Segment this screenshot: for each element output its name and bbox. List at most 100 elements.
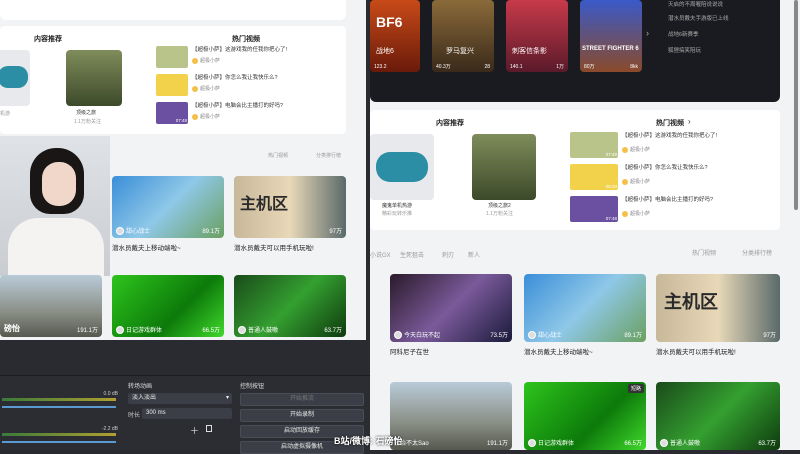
hot-video-row[interactable]: 07:48 【超极小萨】电脑会比主播打的好吗? 超极小萨 <box>570 196 713 222</box>
hot-video-row[interactable]: 【超极小萨】这游戏我的任我你把心了! 超极小萨 <box>156 46 287 68</box>
game-count: 40.3万 <box>436 64 451 70</box>
transition-select[interactable]: 淡入淡出 ▾ <box>128 393 232 404</box>
uploader-name: 甜心战士 <box>126 229 151 235</box>
mixer-value: -2.2 dB <box>101 426 118 432</box>
video-thumbnail: 07:48 <box>156 102 188 124</box>
recommend-item-sub: 精彩玩转乐推 <box>382 211 413 217</box>
chevron-right-icon[interactable]: › <box>646 28 649 38</box>
recommend-item-name: 机游 <box>0 111 11 117</box>
view-count: 97万 <box>763 333 776 339</box>
tab-category-rank[interactable]: 分类排行榜 <box>742 248 772 257</box>
recommend-item-game[interactable] <box>472 134 536 200</box>
video-caption: 阿科尼子在世 <box>390 349 429 356</box>
hot-videos-title[interactable]: 热门视频 <box>656 118 684 128</box>
game-card[interactable]: STREET FIGHTER 6 80万 8kk <box>580 0 642 72</box>
video-card[interactable]: 甜心战士 89.1万 <box>112 176 224 238</box>
hot-video-row[interactable]: 【超极小萨】你怎么我让我快乐么? 超极小萨 <box>156 74 278 96</box>
video-card[interactable]: 日记游戏群体 66.5万 <box>112 275 224 337</box>
tab-category[interactable]: 刺刃 <box>442 250 454 259</box>
game-card[interactable]: 罗马复兴 40.3万 28 <box>432 0 494 72</box>
avatar <box>238 325 246 334</box>
video-title: 【超极小萨】电脑会比主播打的好吗? <box>622 197 714 203</box>
scrollbar[interactable] <box>794 0 798 210</box>
transition-value: 淡入淡出 <box>132 395 157 401</box>
recommend-item-controller[interactable] <box>370 134 434 200</box>
add-icon[interactable]: ＋ <box>190 424 199 437</box>
side-list-item[interactable]: 天启的不周喔陪说说说 <box>668 0 723 8</box>
recommend-item-game[interactable] <box>66 50 122 106</box>
mixer-meter <box>2 398 116 401</box>
webcam-overlay <box>0 136 110 276</box>
start-record-button[interactable]: 开始录制 <box>240 409 364 422</box>
uploader-name: 日记游戏群体 <box>126 328 163 334</box>
hot-videos-title[interactable]: 热门视频 <box>232 34 260 44</box>
tab-category[interactable]: 新人 <box>468 250 480 259</box>
game-title: 战地6 <box>376 48 394 55</box>
video-card[interactable]: 主机区 97万 <box>656 274 780 342</box>
transition-title: 转场动画 <box>128 384 153 390</box>
video-thumbnail: 07:48 <box>570 132 618 158</box>
banner-text: 主机区 <box>240 196 289 213</box>
uploader-name: 磅怡 <box>4 324 20 333</box>
video-uploader: 超极小萨 <box>200 114 221 120</box>
recommend-item-sub: 1.1万粉关注 <box>486 211 513 217</box>
game-card[interactable]: BF6 战地6 123.2 <box>370 0 420 72</box>
side-list-item[interactable]: 战地6新赛季 <box>668 30 699 38</box>
uploader-name: 甜心战士 <box>538 333 563 339</box>
video-uploader: 超极小萨 <box>630 147 651 153</box>
game-card[interactable]: 刺客信条影 140.1 1万 <box>506 0 568 72</box>
side-list-item[interactable]: 狐狸搞笑陪玩 <box>668 46 701 54</box>
volume-slider[interactable] <box>2 441 116 443</box>
uploader-name: 普通人鼓嗷 <box>670 441 701 447</box>
controls-title: 控制按钮 <box>240 384 265 390</box>
view-count: 66.5万 <box>624 441 642 447</box>
view-count: 73.5万 <box>490 333 508 339</box>
hot-video-row[interactable]: 07:48 【超极小萨】电脑会比主播打的好吗? 超极小萨 <box>156 102 283 124</box>
view-count: 97万 <box>329 229 342 235</box>
hot-video-row[interactable]: 08:33 【超极小萨】你怎么我让我快乐么? 超极小萨 <box>570 164 708 190</box>
recommend-item-name: 顶级之旅 <box>76 110 97 116</box>
mixer-value: 0.0 dB <box>103 391 118 397</box>
video-title: 【超极小萨】你怎么我让我快乐么? <box>622 165 708 171</box>
video-card[interactable]: 普通人鼓嗷 63.7万 <box>234 275 346 337</box>
video-card[interactable]: 磅怡不太Sao 191.1万 <box>390 382 512 450</box>
video-caption: 潜水员戴夫可以用手机玩啦! <box>234 245 314 252</box>
mixer-meter <box>2 433 116 436</box>
chevron-right-icon[interactable]: › <box>688 117 691 126</box>
video-card[interactable]: 今天白玩不起 73.5万 <box>390 274 512 342</box>
trash-icon[interactable] <box>206 425 212 432</box>
side-list-item[interactable]: 潜水员戴夫手游版已上线 <box>668 14 729 22</box>
tab-hot-videos[interactable]: 热门视频 <box>268 152 288 159</box>
avatar <box>622 210 628 217</box>
tab-category[interactable]: 生死狙击 <box>400 250 424 259</box>
duration-label: 时长 <box>128 413 141 419</box>
avatar <box>622 178 628 185</box>
right-browser-window: BF6 战地6 123.2 罗马复兴 40.3万 28 刺客信条影 140.1 … <box>370 0 800 450</box>
volume-slider[interactable] <box>2 406 116 408</box>
hot-video-row[interactable]: 07:48 【超极小萨】这游戏我的任我你把心了! 超极小萨 <box>570 132 717 158</box>
tab-hot-videos[interactable]: 热门视频 <box>692 248 716 257</box>
game-count: 123.2 <box>374 64 387 70</box>
view-count: 191.1万 <box>76 328 98 334</box>
game-badge: BF6 <box>376 14 403 30</box>
video-card[interactable]: 普通人鼓嗷 63.7万 <box>656 382 780 450</box>
banner-text: 主机区 <box>664 292 718 312</box>
video-card[interactable]: 磅怡 191.1万 <box>0 275 102 337</box>
start-stream-button[interactable]: 开始推流 <box>240 393 364 406</box>
duration-input[interactable]: 300 ms <box>142 408 232 419</box>
tab-category[interactable]: 小说GX <box>370 250 391 259</box>
video-card[interactable]: 主机区 97万 <box>234 176 346 238</box>
avatar <box>528 330 536 339</box>
view-count: 66.5万 <box>202 328 220 334</box>
recommend-item-controller[interactable] <box>0 50 30 106</box>
video-card[interactable]: 短路 日记游戏群体 66.5万 <box>524 382 646 450</box>
video-title: 【超极小萨】这游戏我的任我你把心了! <box>622 133 718 139</box>
status-badge: 短路 <box>627 384 644 393</box>
recommend-item-name: 顶级之旅2 <box>488 203 511 209</box>
streamer-face <box>42 162 76 206</box>
recommend-panel: 内容推荐 热门视频 机游 顶级之旅 1.1万粉关注 【超极小萨】这游戏我的任我你… <box>0 26 346 134</box>
video-card[interactable]: 甜心战士 89.1万 <box>524 274 646 342</box>
tab-category-rank[interactable]: 分类排行榜 <box>316 152 341 159</box>
video-thumbnail: 07:48 <box>570 196 618 222</box>
video-uploader: 超极小萨 <box>200 86 221 92</box>
